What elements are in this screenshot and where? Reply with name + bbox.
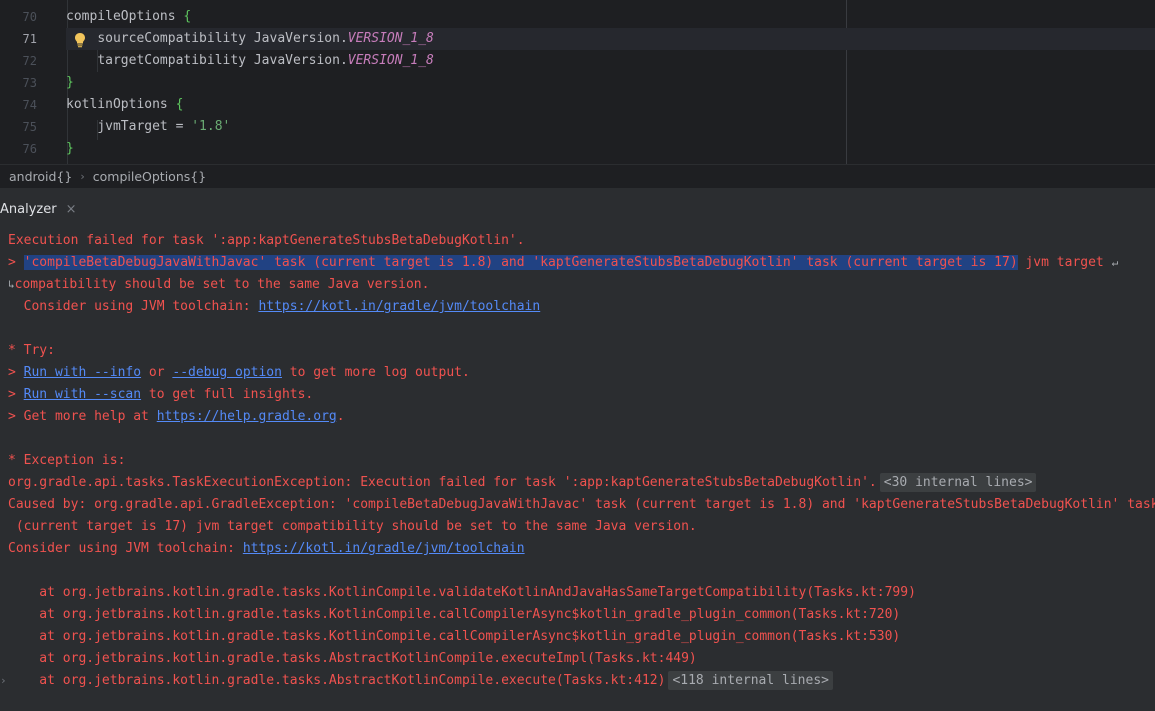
try-line: > Get more help at https://help.gradle.o…	[8, 406, 1155, 428]
consider-line: Consider using JVM toolchain: https://ko…	[8, 538, 1155, 560]
internal-lines-fold[interactable]: <118 internal lines>	[668, 671, 833, 690]
error-text: to get full insights.	[141, 387, 314, 402]
breadcrumb: android{} › compileOptions{}	[0, 164, 1155, 188]
code-line[interactable]: sourceCompatibility JavaVersion.VERSION_…	[66, 28, 1155, 50]
error-text: to get more log output.	[281, 365, 470, 380]
exception-header: * Exception is:	[8, 453, 126, 468]
code-token: }	[66, 141, 74, 156]
close-icon[interactable]: ×	[66, 202, 77, 217]
lightbulb-icon[interactable]	[73, 32, 87, 48]
stack-frame: at org.jetbrains.kotlin.gradle.tasks.Abs…	[8, 651, 697, 666]
fold-arrow-icon[interactable]: ›	[0, 674, 7, 687]
toolchain-link[interactable]: https://kotl.in/gradle/jvm/toolchain	[258, 299, 540, 314]
debug-option-link[interactable]: --debug option	[172, 365, 282, 380]
code-token: }	[66, 75, 74, 90]
error-text: org.gradle.api.tasks.TaskExecutionExcept…	[8, 475, 877, 490]
prefix-text: >	[8, 255, 24, 270]
error-line: Consider using JVM toolchain: https://ko…	[8, 296, 1155, 318]
caused-by-line: (current target is 17) jvm target compat…	[8, 519, 697, 534]
error-text: at org.jetbrains.kotlin.gradle.tasks.Abs…	[8, 673, 666, 688]
stack-frame: at org.jetbrains.kotlin.gradle.tasks.Kot…	[8, 629, 901, 644]
breadcrumb-item-android[interactable]: android{}	[9, 169, 72, 184]
error-line: > 'compileBetaDebugJavaWithJavac' task (…	[8, 252, 1155, 274]
try-header: * Try:	[8, 343, 55, 358]
line-number: 70	[22, 10, 37, 24]
code-line[interactable]: }	[66, 138, 1155, 160]
soft-wrap-continue-icon: ↳	[8, 278, 15, 291]
code-token: {	[175, 97, 184, 112]
exception-line: org.gradle.api.tasks.TaskExecutionExcept…	[8, 472, 1155, 494]
tab-analyzer[interactable]: Analyzer	[0, 202, 57, 217]
tool-window-tab-bar: Analyzer ×	[0, 188, 1155, 230]
line-number: 76	[22, 142, 37, 156]
gradle-help-link[interactable]: https://help.gradle.org	[157, 409, 337, 424]
breadcrumb-separator: ›	[80, 170, 85, 183]
code-line[interactable]: }	[66, 72, 1155, 94]
soft-wrap-icon: ↵	[1111, 256, 1119, 269]
code-token: sourceCompatibility JavaVersion.	[97, 31, 348, 46]
analyzer-tool-window: Analyzer × Execution failed for task ':a…	[0, 188, 1155, 711]
selected-text[interactable]: 'compileBetaDebugJavaWithJavac' task (cu…	[23, 255, 1018, 270]
code-token: jvmTarget =	[97, 119, 192, 134]
toolchain-link[interactable]: https://kotl.in/gradle/jvm/toolchain	[243, 541, 525, 556]
code-line[interactable]: jvmTarget = '1.8'	[66, 116, 1155, 138]
code-token: targetCompatibility JavaVersion.	[97, 53, 348, 68]
console-output[interactable]: Execution failed for task ':app:kaptGene…	[0, 230, 1155, 711]
code-line[interactable]: targetCompatibility JavaVersion.VERSION_…	[66, 50, 1155, 72]
stack-frame: at org.jetbrains.kotlin.gradle.tasks.Kot…	[8, 585, 916, 600]
stack-frame: at org.jetbrains.kotlin.gradle.tasks.Kot…	[8, 607, 901, 622]
error-text: compatibility should be set to the same …	[14, 277, 430, 292]
run-with-scan-link[interactable]: Run with --scan	[24, 387, 141, 402]
error-line: Execution failed for task ':app:kaptGene…	[8, 233, 525, 248]
code-token: kotlinOptions	[66, 97, 176, 112]
try-line: > Run with --scan to get full insights.	[8, 384, 1155, 406]
error-text: jvm target	[1017, 255, 1112, 270]
prefix-text: >	[8, 365, 24, 380]
line-number: 75	[22, 120, 37, 134]
error-text: or	[141, 365, 173, 380]
code-editor[interactable]: 70 71 72 73 74 75 76 compileOptions { sourceCo…	[0, 0, 1155, 164]
prefix-text: >	[8, 387, 24, 402]
line-number: 73	[22, 76, 37, 90]
line-number: 71	[22, 32, 37, 46]
code-token: {	[183, 9, 192, 24]
error-line: ↳compatibility should be set to the same…	[8, 274, 1155, 296]
internal-lines-fold[interactable]: <30 internal lines>	[879, 473, 1037, 492]
code-line[interactable]: compileOptions {	[66, 6, 1155, 28]
code-token: compileOptions	[66, 9, 184, 24]
code-token: VERSION_1_8	[347, 53, 434, 68]
error-text: Consider using JVM toolchain:	[8, 541, 243, 556]
run-with-info-link[interactable]: Run with --info	[24, 365, 141, 380]
error-text: Consider using JVM toolchain:	[8, 299, 259, 314]
line-number: 74	[22, 98, 37, 112]
code-line[interactable]: kotlinOptions {	[66, 94, 1155, 116]
try-line: > Run with --info or --debug option to g…	[8, 362, 1155, 384]
code-token: VERSION_1_8	[347, 31, 434, 46]
error-text: .	[336, 409, 345, 424]
error-text: > Get more help at	[8, 409, 157, 424]
line-number: 72	[22, 54, 37, 68]
breadcrumb-item-compile-options[interactable]: compileOptions{}	[93, 169, 206, 184]
code-token: '1.8'	[191, 119, 231, 134]
caused-by-line: Caused by: org.gradle.api.GradleExceptio…	[8, 497, 1155, 512]
stack-frame: at org.jetbrains.kotlin.gradle.tasks.Abs…	[8, 670, 1155, 692]
